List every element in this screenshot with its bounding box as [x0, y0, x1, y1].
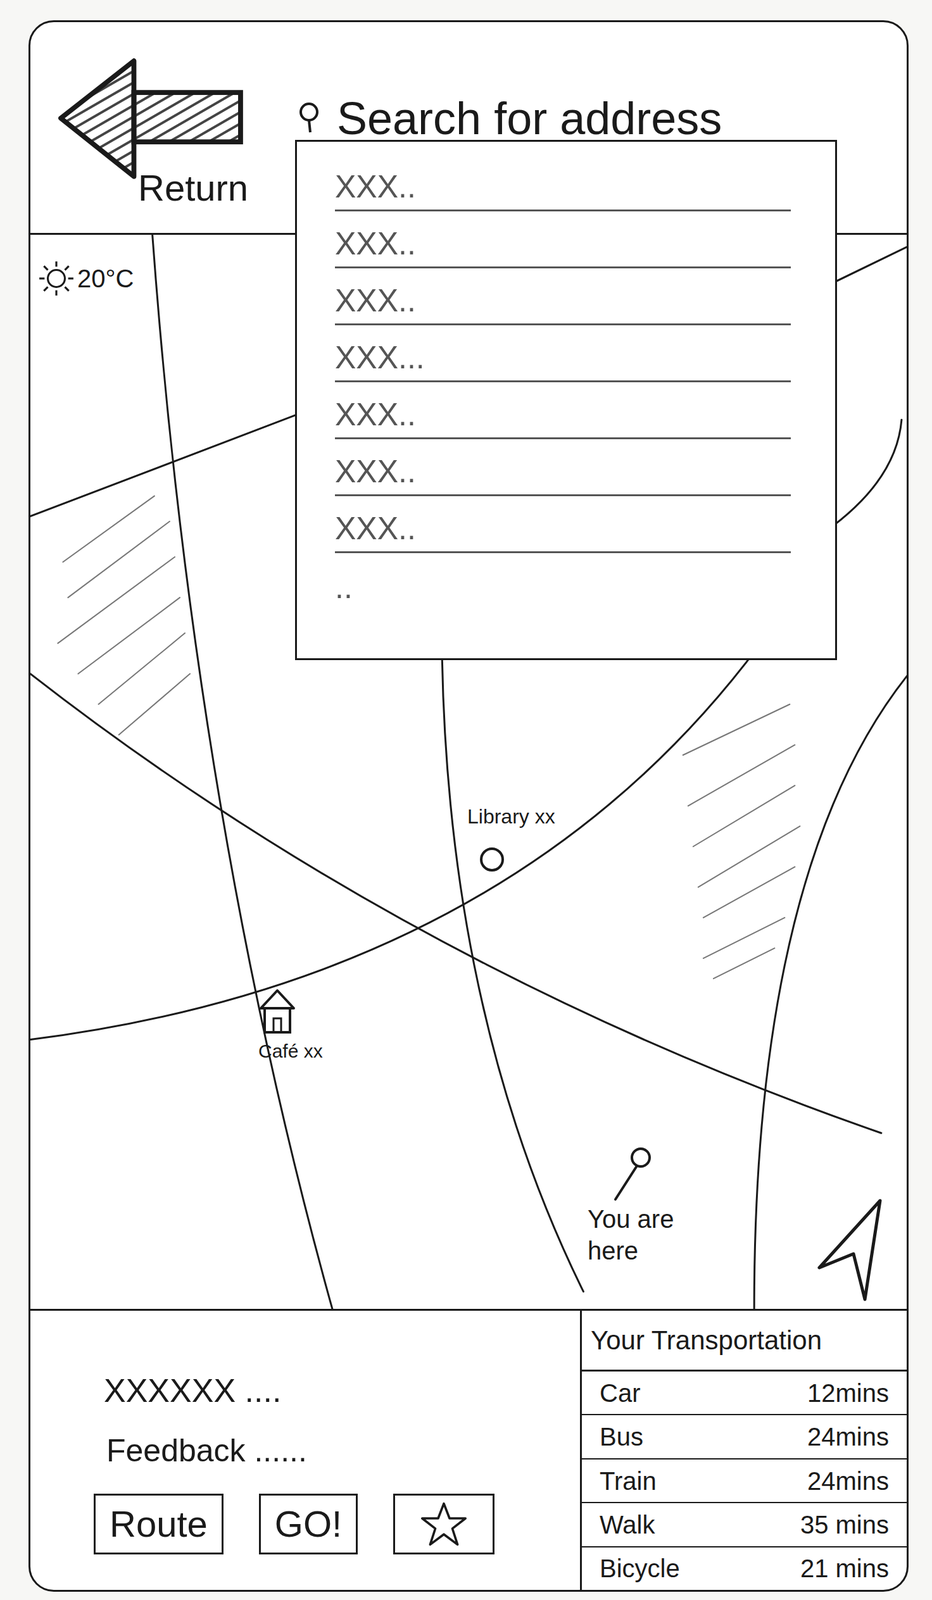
return-button[interactable]: Return	[55, 56, 284, 209]
map-place[interactable]: You are here	[587, 1146, 708, 1267]
transport-time[interactable]: 21 mins	[800, 1554, 889, 1584]
suggestion-item[interactable]: ..	[334, 553, 791, 611]
transport-row[interactable]: Walk 35 mins	[581, 1503, 907, 1548]
cafe-house-icon[interactable]	[258, 988, 297, 1036]
location-pin-icon	[600, 1146, 658, 1204]
suggestion-item[interactable]: XXX..	[334, 382, 791, 440]
transportation-title: Your Transportation	[581, 1311, 907, 1373]
phone-frame: Return 20°C Library xx Café xx You are her…	[28, 20, 909, 1593]
transport-row[interactable]: Bus 24mins	[581, 1415, 907, 1460]
map-place[interactable]: Library xx	[467, 804, 556, 872]
weather: 20°C	[37, 260, 134, 297]
suggestion-item[interactable]: XXX..	[334, 211, 791, 269]
bottom-panel: XXXXXX .... Feedback ...... Route GO! Your …	[30, 1309, 907, 1591]
search-input[interactable]	[336, 91, 907, 145]
you-are-here-label: You are here	[587, 1203, 708, 1267]
back-arrow-icon[interactable]	[55, 56, 246, 181]
place-label[interactable]: Library xx	[467, 804, 556, 829]
transport-mode[interactable]: Bicycle	[599, 1554, 681, 1584]
suggestion-item[interactable]: XXX..	[334, 154, 791, 212]
transport-mode[interactable]: Bus	[599, 1422, 644, 1452]
transport-mode[interactable]: Train	[599, 1467, 657, 1497]
transport-time[interactable]: 12mins	[807, 1379, 889, 1409]
place-label[interactable]: Café xx	[258, 1040, 323, 1064]
transport-mode[interactable]: Car	[599, 1379, 641, 1409]
transportation-table: Your TransportationCar12minsBus24minsTra…	[579, 1311, 907, 1591]
sun-icon	[37, 260, 75, 297]
search-icon	[296, 99, 325, 138]
transport-row[interactable]: Bicycle 21 mins	[581, 1548, 907, 1591]
library-marker-icon[interactable]	[479, 847, 504, 872]
star-icon[interactable]	[421, 1501, 467, 1548]
transport-time[interactable]: 35 mins	[800, 1510, 889, 1540]
suggestion-item[interactable]: XXX..	[334, 496, 791, 554]
place-title: XXXXXX ....	[103, 1371, 580, 1411]
suggestion-item[interactable]: XXX...	[334, 325, 791, 383]
temperature: 20°C	[77, 263, 134, 294]
action-button[interactable]: GO!	[258, 1494, 358, 1556]
suggestion-item[interactable]: XXX..	[334, 439, 791, 497]
transport-mode[interactable]: Walk	[599, 1510, 655, 1540]
transport-time[interactable]: 24mins	[807, 1467, 889, 1497]
navigation-arrow-icon[interactable]	[814, 1198, 884, 1304]
favorite-button[interactable]	[393, 1494, 495, 1556]
transport-row[interactable]: Car 12mins	[581, 1372, 907, 1416]
action-button[interactable]: Route	[93, 1494, 224, 1556]
transport-time[interactable]: 24mins	[807, 1422, 889, 1452]
map-place[interactable]: Café xx	[258, 988, 323, 1064]
button-row: Route GO!	[93, 1494, 580, 1556]
transport-row[interactable]: Train 24mins	[581, 1460, 907, 1504]
suggestion-item[interactable]: XXX..	[334, 268, 791, 326]
search-suggestions: XXX..XXX..XXX..XXX...XXX..XXX..XXX....	[295, 139, 838, 661]
feedback-text: Feedback ......	[106, 1432, 580, 1471]
return-label[interactable]: Return	[138, 167, 249, 209]
